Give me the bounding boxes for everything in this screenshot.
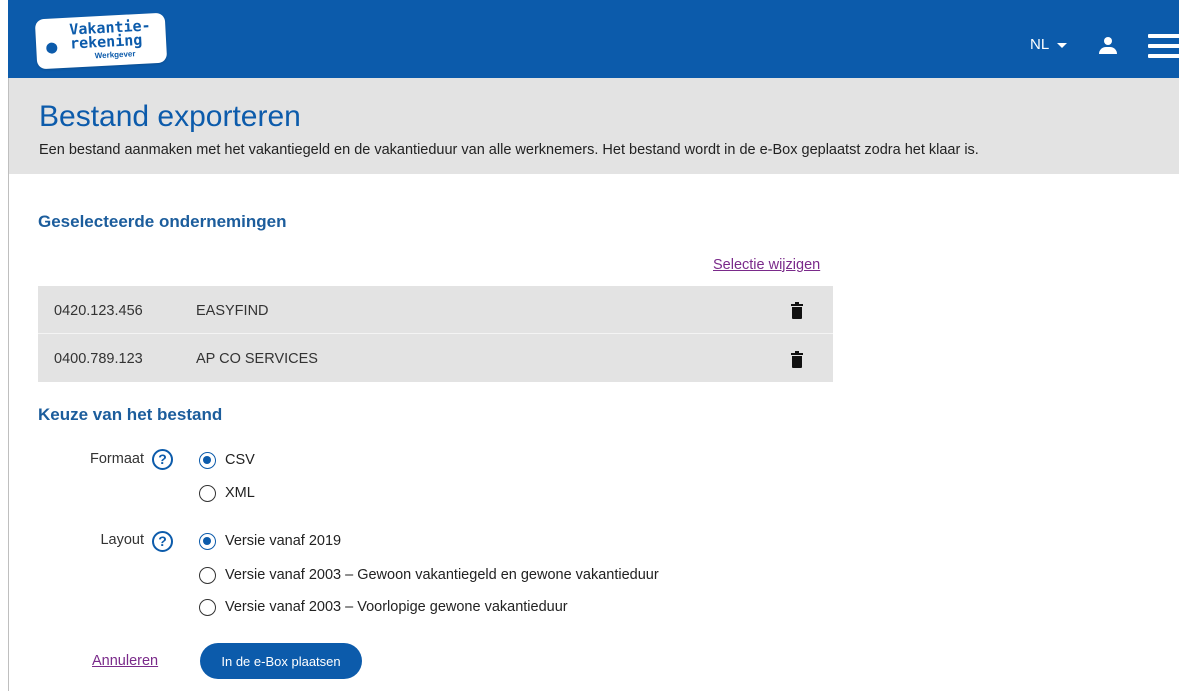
format-help-icon[interactable]: ? (152, 449, 173, 470)
trash-lid (791, 304, 803, 306)
page-header-band: Bestand exporteren Een bestand aanmaken … (9, 78, 1179, 174)
place-in-ebox-button[interactable]: In de e-Box plaatsen (200, 643, 362, 679)
layout-label: Layout (100, 532, 144, 548)
option-label: Versie vanaf 2019 (225, 533, 342, 549)
cancel-link[interactable]: Annuleren (92, 653, 158, 669)
radio-selected-icon[interactable] (199, 452, 216, 469)
table-row: 0400.789.123 AP CO SERVICES (38, 334, 833, 382)
change-selection-link[interactable]: Selectie wijzigen (713, 257, 820, 273)
user-icon-body (1099, 47, 1117, 54)
file-choice-heading: Keuze van het bestand (38, 405, 223, 424)
chevron-down-icon (1057, 42, 1068, 48)
trash-bin (792, 356, 802, 368)
company-number: 0400.789.123 (54, 351, 143, 367)
company-name: AP CO SERVICES (196, 351, 318, 367)
logo-dot (46, 42, 58, 54)
company-number: 0420.123.456 (54, 303, 143, 319)
language-label: NL (1030, 36, 1050, 53)
radio-selected-icon[interactable] (199, 533, 216, 550)
layout-help-icon[interactable]: ? (152, 531, 173, 552)
menu-bar (1148, 44, 1179, 48)
companies-table: 0420.123.456 EASYFIND 0400.789.123 AP CO… (38, 286, 833, 382)
page-description: Een bestand aanmaken met het vakantiegel… (39, 142, 979, 158)
trash-bin (792, 307, 802, 319)
option-label: Versie vanaf 2003 – Voorlopige gewone va… (225, 599, 568, 615)
trash-icon[interactable] (791, 351, 803, 369)
top-navigation-bar: Vakantie- rekening Werkgever NL (8, 0, 1179, 78)
option-label: XML (225, 485, 255, 501)
company-name: EASYFIND (196, 303, 269, 319)
radio-unselected-icon[interactable] (199, 567, 216, 584)
logo-line-3: Werkgever (94, 49, 136, 61)
language-selector[interactable]: NL (1030, 36, 1068, 53)
option-label: CSV (225, 452, 255, 468)
selected-companies-heading: Geselecteerde ondernemingen (38, 212, 287, 231)
hamburger-menu-icon[interactable] (1148, 34, 1179, 58)
menu-bar (1148, 34, 1179, 38)
page-title: Bestand exporteren (39, 100, 301, 133)
menu-bar (1148, 54, 1179, 58)
format-label: Formaat (90, 451, 144, 467)
user-icon-head (1104, 37, 1112, 45)
radio-unselected-icon[interactable] (199, 485, 216, 502)
vakantierekening-logo[interactable]: Vakantie- rekening Werkgever (34, 12, 168, 70)
trash-icon[interactable] (791, 302, 803, 320)
table-row: 0420.123.456 EASYFIND (38, 286, 833, 334)
radio-unselected-icon[interactable] (199, 599, 216, 616)
option-label: Versie vanaf 2003 – Gewoon vakantiegeld … (225, 567, 659, 583)
trash-lid (791, 353, 803, 355)
user-icon[interactable] (1098, 37, 1118, 55)
